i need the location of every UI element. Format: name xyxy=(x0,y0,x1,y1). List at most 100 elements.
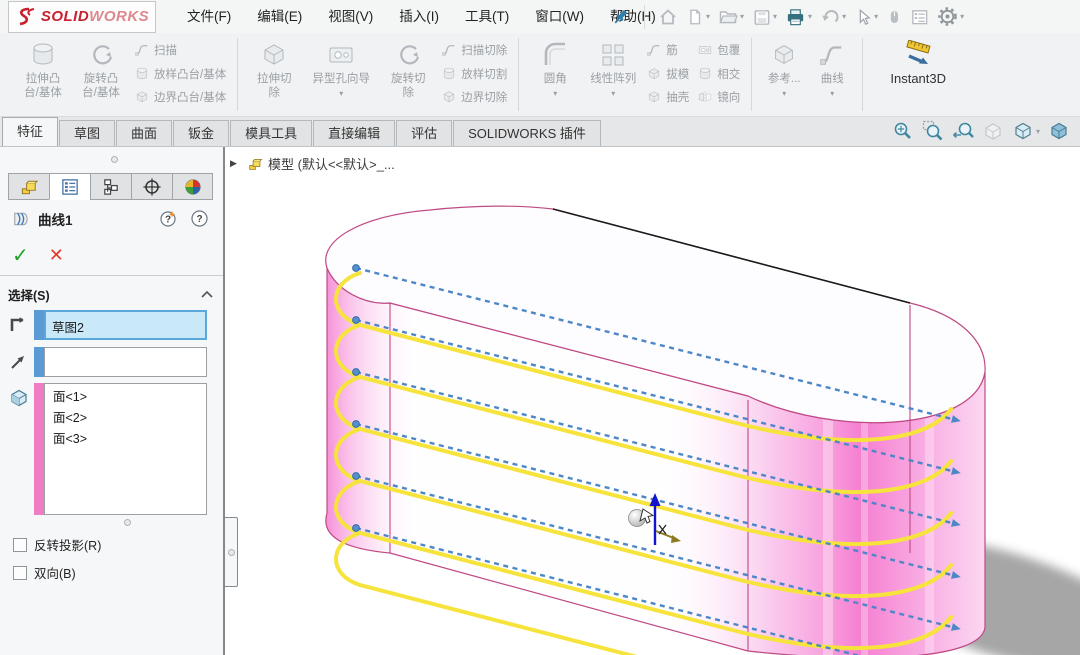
previous-view-icon[interactable] xyxy=(952,120,974,142)
face-list-item[interactable]: 面<2> xyxy=(53,408,206,429)
boundary-boss-icon xyxy=(134,89,150,105)
property-manager-panel: 曲线1 ? ? ✓ ✕ 选择(S) 草图2 xyxy=(0,147,223,655)
sweep-cut-button[interactable]: 扫描切除 xyxy=(441,40,507,60)
svg-text:?: ? xyxy=(196,214,202,225)
shell-button[interactable]: 抽壳 xyxy=(646,87,689,107)
shell-icon xyxy=(646,89,662,105)
zoom-to-fit-icon[interactable] xyxy=(892,120,914,142)
sweep-button[interactable]: 扫描 xyxy=(134,40,226,60)
tab-evaluate[interactable]: 评估 xyxy=(396,120,452,146)
property-manager-tab[interactable] xyxy=(49,173,90,200)
list-resize-handle[interactable] xyxy=(124,519,131,526)
selection-group-header[interactable]: 选择(S) xyxy=(8,285,213,304)
faces-selection-list[interactable]: 面<1> 面<2> 面<3> xyxy=(44,383,207,515)
display-style-icon[interactable] xyxy=(1048,120,1070,142)
collapse-chevron-icon xyxy=(201,291,213,298)
instant3d-button[interactable]: Instant3D xyxy=(870,33,966,116)
open-document-icon[interactable]: ▾ xyxy=(715,5,747,29)
display-manager-tab[interactable] xyxy=(172,173,213,200)
ribbon-group-boss: 拉伸凸 台/基体 旋转凸 台/基体 扫描 放样凸台/基体 边界凸台/基体 xyxy=(10,33,234,116)
panel-resize-handle[interactable] xyxy=(111,156,118,163)
boundary-boss-button[interactable]: 边界凸台/基体 xyxy=(134,87,226,107)
tab-sketch[interactable]: 草图 xyxy=(59,120,115,146)
reverse-projection-checkbox[interactable] xyxy=(13,538,27,552)
menu-edit[interactable]: 编辑(E) xyxy=(244,0,315,33)
section-view-icon[interactable] xyxy=(982,120,1004,142)
view-orientation-icon xyxy=(1012,120,1034,142)
curves-button[interactable]: 曲线▾ xyxy=(809,33,855,116)
cancel-button[interactable]: ✕ xyxy=(49,245,64,266)
new-document-icon[interactable]: ▾ xyxy=(683,5,713,29)
options-gear-icon[interactable]: ▾ xyxy=(934,4,967,29)
ok-button[interactable]: ✓ xyxy=(12,243,29,268)
graphics-viewport[interactable]: ▶ 模型 (默认<<默认>_... xyxy=(225,147,1080,655)
home-icon[interactable] xyxy=(655,5,681,29)
sketch-selection-value: 草图2 xyxy=(46,312,205,341)
tab-surfaces[interactable]: 曲面 xyxy=(116,120,172,146)
save-icon[interactable]: ▾ xyxy=(749,5,780,29)
face-list-item[interactable]: 面<1> xyxy=(53,387,206,408)
quick-access-toolbar: ▾ ▾ ▾ ▾ ▾ ▾ ▾ xyxy=(608,0,967,33)
linear-pattern-button[interactable]: 线性阵列▾ xyxy=(584,33,642,116)
ribbon-group-reference: 参考...▾ 曲线▾ xyxy=(755,33,859,116)
menu-view[interactable]: 视图(V) xyxy=(315,0,386,33)
tab-sheet-metal[interactable]: 钣金 xyxy=(173,120,229,146)
reference-geometry-button[interactable]: 参考...▾ xyxy=(759,33,809,116)
select-cursor-icon[interactable]: ▾ xyxy=(851,5,881,29)
help-icon[interactable]: ? xyxy=(190,209,209,228)
whats-new-icon[interactable]: ? xyxy=(159,209,178,228)
command-tab-bar: 特征 草图 曲面 钣金 模具工具 直接编辑 评估 SOLIDWORKS 插件 ▾ xyxy=(0,117,1080,147)
loft-cut-button[interactable]: 放样切割 xyxy=(441,64,507,84)
undo-icon[interactable]: ▾ xyxy=(817,5,849,29)
mirror-button[interactable]: 镜向 xyxy=(697,87,740,107)
intersect-button[interactable]: 相交 xyxy=(697,64,740,84)
revolve-boss-button[interactable]: 旋转凸 台/基体 xyxy=(72,33,130,116)
panel-flyout-handle[interactable] xyxy=(225,517,238,587)
tab-mold-tools[interactable]: 模具工具 xyxy=(230,120,312,146)
zoom-to-area-icon[interactable] xyxy=(922,120,944,142)
revolve-cut-button[interactable]: 旋转切 除 xyxy=(379,33,437,116)
face-list-item[interactable]: 面<3> xyxy=(53,429,206,450)
face-cube-icon xyxy=(8,383,34,414)
help-icons: ? ? xyxy=(159,209,209,228)
dimxpert-manager-tab[interactable] xyxy=(131,173,172,200)
boundary-cut-button[interactable]: 边界切除 xyxy=(441,87,507,107)
sketch-selection-row: 草图2 xyxy=(8,310,207,341)
pin-icon[interactable] xyxy=(608,5,634,29)
tab-features[interactable]: 特征 xyxy=(2,117,58,146)
wrap-icon xyxy=(697,42,713,58)
menu-file[interactable]: 文件(F) xyxy=(174,0,244,33)
wrap-button[interactable]: 包覆 xyxy=(697,40,740,60)
ribbon-group-features: 圆角▾ 线性阵列▾ 筋 拔模 抽壳 包覆 相交 镜向 xyxy=(522,33,748,116)
hole-wizard-button[interactable]: 异型孔向导▾ xyxy=(303,33,379,116)
boss-small-buttons: 扫描 放样凸台/基体 边界凸台/基体 xyxy=(130,33,230,116)
extrude-boss-button[interactable]: 拉伸凸 台/基体 xyxy=(14,33,72,116)
fillet-button[interactable]: 圆角▾ xyxy=(526,33,584,116)
mouse-gestures-icon[interactable] xyxy=(883,5,905,29)
tab-solidworks-addins[interactable]: SOLIDWORKS 插件 xyxy=(453,120,601,146)
menu-insert[interactable]: 插入(I) xyxy=(386,0,452,33)
bidirectional-checkbox[interactable] xyxy=(13,566,27,580)
direction-selection-field[interactable] xyxy=(44,347,207,377)
model-3d-view[interactable] xyxy=(225,147,1080,655)
bidirectional-label: 双向(B) xyxy=(34,563,76,582)
direction-selection-row xyxy=(8,347,207,378)
print-icon[interactable]: ▾ xyxy=(782,5,815,29)
rib-button[interactable]: 筋 xyxy=(646,40,689,60)
direction-field-strip xyxy=(34,347,44,377)
draft-button[interactable]: 拔模 xyxy=(646,64,689,84)
menu-tools[interactable]: 工具(T) xyxy=(452,0,522,33)
properties-icon[interactable] xyxy=(907,5,932,29)
menu-window[interactable]: 窗口(W) xyxy=(522,0,597,33)
ribbon-group-instant3d: Instant3D xyxy=(866,33,970,116)
ribbon-separator xyxy=(862,38,863,111)
loft-button[interactable]: 放样凸台/基体 xyxy=(134,64,226,84)
configuration-manager-tab[interactable] xyxy=(90,173,131,200)
sketch-field-strip xyxy=(34,310,44,340)
sketch-selection-field[interactable]: 草图2 xyxy=(44,310,207,340)
extrude-cut-button[interactable]: 拉伸切 除 xyxy=(245,33,303,116)
tab-direct-editing[interactable]: 直接编辑 xyxy=(313,120,395,146)
feature-manager-tree-tab[interactable] xyxy=(8,173,49,200)
view-orientation-button[interactable]: ▾ xyxy=(1012,120,1040,142)
mirror-icon xyxy=(697,89,713,105)
